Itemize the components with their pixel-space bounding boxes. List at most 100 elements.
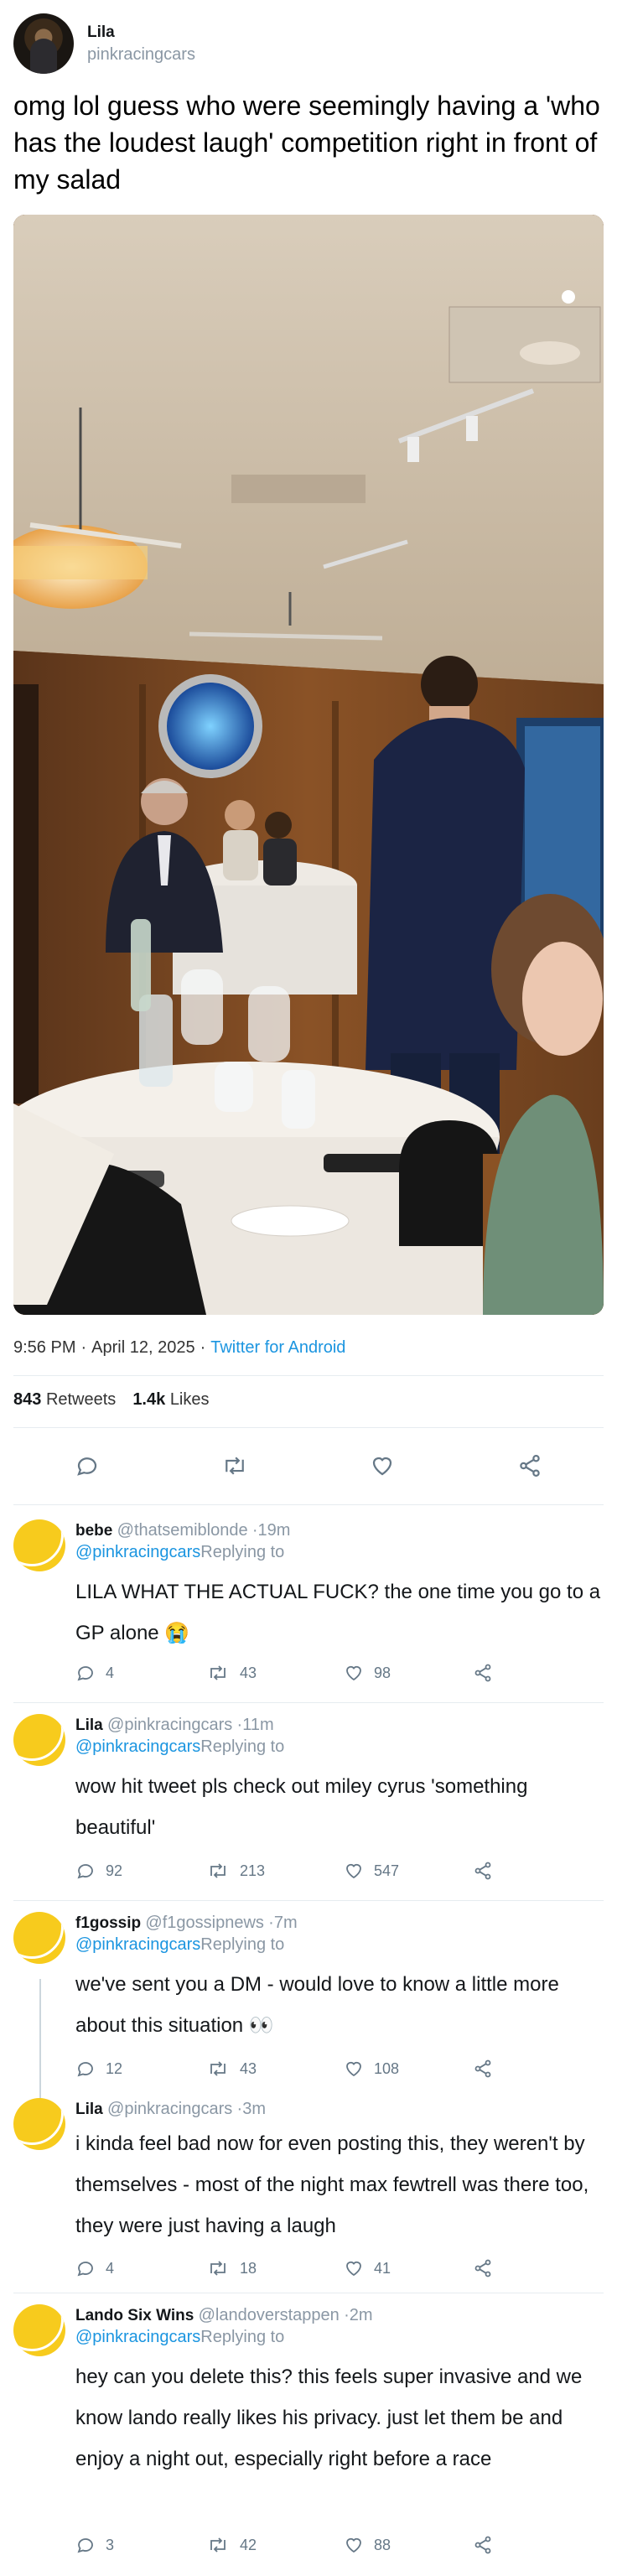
reply-name[interactable]: f1gossip xyxy=(75,1914,141,1932)
reply-handle[interactable]: @pinkracingcars xyxy=(107,1716,232,1734)
reply-item[interactable]: Lila @pinkracingcars ·3m i kinda feel ba… xyxy=(13,2098,604,2283)
reply-avatar[interactable] xyxy=(13,2098,65,2150)
heart-icon xyxy=(346,1863,361,1879)
reply-like-button[interactable]: 547 xyxy=(344,1861,473,1881)
reply-reply-button[interactable]: 3 xyxy=(75,2535,206,2555)
tweet-source-link[interactable]: Twitter for Android xyxy=(210,1338,345,1358)
reply-count: 92 xyxy=(106,1862,123,1879)
reply-icon[interactable] xyxy=(70,1449,104,1483)
restaurant-photo-illustration xyxy=(13,215,604,1315)
tweet-time[interactable]: 9:56 PM xyxy=(13,1338,75,1358)
reply-share-button[interactable] xyxy=(473,2059,493,2079)
tweet-text: omg lol guess who were seemingly having … xyxy=(13,91,600,195)
replying-to-label: Replying to xyxy=(200,2328,285,2346)
reply-header: Lila @pinkracingcars ·11m xyxy=(75,1716,274,1735)
reply-retweet-button[interactable]: 18 xyxy=(206,2258,344,2278)
reply-actions: 12 43 108 xyxy=(75,2056,545,2081)
retweet-icon[interactable] xyxy=(218,1449,251,1483)
share-icon[interactable] xyxy=(513,1449,547,1483)
heart-icon xyxy=(346,1665,361,1681)
reply-text: we've sent you a DM - would love to know… xyxy=(75,1973,559,2037)
reply-header: f1gossip @f1gossipnews ·7m xyxy=(75,1914,298,1933)
reply-name[interactable]: Lando Six Wins xyxy=(75,2307,194,2324)
reply-like-button[interactable]: 98 xyxy=(344,1663,473,1683)
retweet-icon xyxy=(210,2261,226,2276)
like-count: 98 xyxy=(374,1664,391,1681)
reply-icon xyxy=(77,2062,93,2077)
heart-icon xyxy=(346,2537,361,2553)
reply-text: wow hit tweet pls check out miley cyrus … xyxy=(75,1775,528,1839)
share-icon xyxy=(474,1664,491,1682)
reply-time: ·2m xyxy=(344,2306,373,2324)
reply-item[interactable]: f1gossip @f1gossipnews ·7m @pinkracingca… xyxy=(13,1912,604,2088)
reply-text: hey can you delete this? this feels supe… xyxy=(75,2366,583,2470)
reply-time: ·11m xyxy=(236,1716,274,1734)
replying-to: @pinkracingcarsReplying to xyxy=(75,2328,284,2347)
reply-avatar[interactable] xyxy=(13,1912,65,1964)
reply-item[interactable]: bebe @thatsemiblonde ·19m @pinkracingcar… xyxy=(13,1519,604,1696)
reply-item[interactable]: Lila @pinkracingcars ·11m @pinkracingcar… xyxy=(13,1714,604,1890)
reply-mention[interactable]: @pinkracingcars xyxy=(75,1543,200,1561)
divider xyxy=(13,1427,604,1428)
reply-like-button[interactable]: 88 xyxy=(344,2535,473,2555)
reply-name[interactable]: Lila xyxy=(75,2101,103,2118)
replying-to-label: Replying to xyxy=(200,1543,285,1561)
reply-reply-button[interactable]: 92 xyxy=(75,1861,206,1881)
reply-share-button[interactable] xyxy=(473,2535,493,2555)
reply-reply-button[interactable]: 4 xyxy=(75,1663,206,1683)
reply-mention[interactable]: @pinkracingcars xyxy=(75,2328,200,2346)
like-count: 547 xyxy=(374,1862,400,1879)
retweet-count: 213 xyxy=(240,1862,266,1879)
reply-handle[interactable]: @thatsemiblonde xyxy=(117,1521,248,1540)
reply-share-button[interactable] xyxy=(473,1861,493,1881)
like-count: 41 xyxy=(374,2259,391,2277)
reply-retweet-button[interactable]: 43 xyxy=(206,1663,344,1683)
tweet-photo[interactable] xyxy=(13,215,604,1315)
retweets-count: 843 xyxy=(13,1390,42,1409)
retweets-label: Retweets xyxy=(45,1390,117,1409)
reply-avatar[interactable] xyxy=(13,1519,65,1571)
author-handle[interactable]: pinkracingcars xyxy=(87,45,195,65)
tweet-separator-2: · xyxy=(200,1338,206,1357)
retweet-icon xyxy=(210,2537,226,2553)
reply-item[interactable]: Lando Six Wins @landoverstappen ·2m @pin… xyxy=(13,2304,604,2564)
reply-avatar[interactable] xyxy=(13,2304,65,2356)
reply-icon xyxy=(77,2538,93,2553)
likes-label: Likes xyxy=(169,1390,210,1409)
reply-actions: 3 42 88 xyxy=(75,2532,545,2558)
likes-stat[interactable]: 1.4k Likes xyxy=(132,1390,209,1410)
reply-icon xyxy=(77,1666,93,1681)
author-meta: Lila pinkracingcars xyxy=(87,23,195,65)
reply-retweet-button[interactable]: 42 xyxy=(206,2535,344,2555)
reply-text: LILA WHAT THE ACTUAL FUCK? the one time … xyxy=(75,1581,601,1644)
replying-to: @pinkracingcarsReplying to xyxy=(75,1543,284,1562)
reply-name[interactable]: bebe xyxy=(75,1522,112,1540)
replying-to: @pinkracingcarsReplying to xyxy=(75,1737,284,1757)
reply-like-button[interactable]: 41 xyxy=(344,2258,473,2278)
reply-name[interactable]: Lila xyxy=(75,1716,103,1734)
retweets-stat[interactable]: 843 Retweets xyxy=(13,1390,116,1410)
heart-icon[interactable] xyxy=(366,1449,399,1483)
reply-handle[interactable]: @landoverstappen xyxy=(199,2306,340,2324)
reply-handle[interactable]: @f1gossipnews xyxy=(145,1914,263,1932)
reply-share-button[interactable] xyxy=(473,2258,493,2278)
reply-actions: 4 18 41 xyxy=(75,2256,545,2281)
reply-reply-button[interactable]: 12 xyxy=(75,2059,206,2079)
tweet-date[interactable]: April 12, 2025 xyxy=(91,1338,194,1358)
reply-reply-button[interactable]: 4 xyxy=(75,2258,206,2278)
reply-handle[interactable]: @pinkracingcars xyxy=(107,2100,232,2118)
reply-mention[interactable]: @pinkracingcars xyxy=(75,1935,200,1954)
reply-count: 4 xyxy=(106,1664,115,1681)
reply-count: 3 xyxy=(106,2536,115,2553)
author-avatar[interactable] xyxy=(13,13,74,74)
tweet-header: Lila pinkracingcars xyxy=(13,13,604,74)
reply-avatar[interactable] xyxy=(13,1714,65,1766)
reply-mention[interactable]: @pinkracingcars xyxy=(75,1737,200,1756)
tweet-actions xyxy=(13,1442,604,1489)
author-display-name[interactable]: Lila xyxy=(87,23,195,42)
reply-retweet-button[interactable]: 43 xyxy=(206,2059,344,2079)
reply-like-button[interactable]: 108 xyxy=(344,2059,473,2079)
reply-retweet-button[interactable]: 213 xyxy=(206,1861,344,1881)
reply-share-button[interactable] xyxy=(473,1663,493,1683)
tweet-separator: · xyxy=(80,1338,87,1357)
